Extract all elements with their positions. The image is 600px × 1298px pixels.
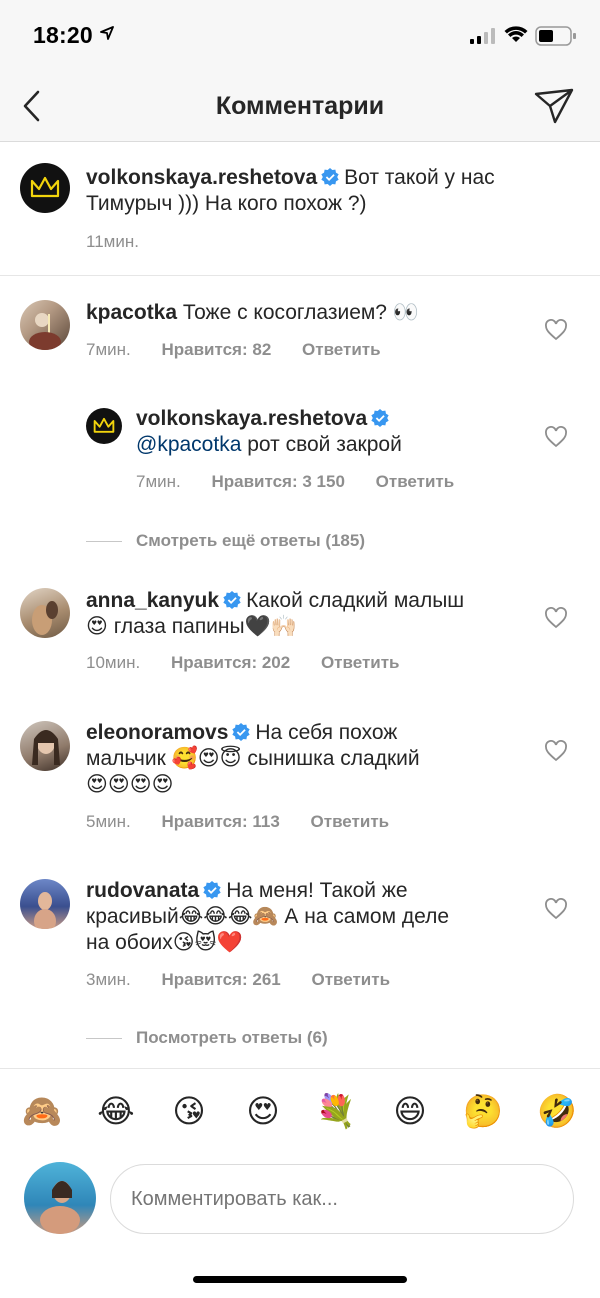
wifi-icon: [504, 26, 528, 42]
reply-meta: 7мин. Нравится: 3 150 Ответить: [136, 472, 480, 492]
caption-username[interactable]: volkonskaya.reshetova: [86, 166, 317, 189]
comment-text: rudovanata На меня! Такой же красивый😂😂😂🙈…: [86, 878, 546, 956]
cellular-signal-icon: [470, 28, 495, 44]
emoji-smile-button[interactable]: 😄: [388, 1089, 432, 1133]
like-heart-icon[interactable]: [544, 898, 568, 920]
reply-likes[interactable]: Нравится: 3 150: [211, 472, 344, 491]
comment-time: 5мин.: [86, 812, 131, 831]
crown-logo-icon: [30, 176, 60, 198]
post-caption: volkonskaya.reshetova Вот такой у нас Тим…: [0, 143, 600, 276]
comment-username[interactable]: kpacotka: [86, 301, 177, 324]
view-replies-label: Посмотреть ответы (6): [136, 1028, 328, 1047]
nav-bar: Комментарии: [0, 72, 600, 142]
reply-body: рот свой закрой: [247, 433, 402, 456]
avatar[interactable]: [20, 721, 70, 771]
like-heart-icon[interactable]: [544, 740, 568, 762]
caption-time: 11мин.: [86, 232, 139, 251]
comment-time: 10мин.: [86, 653, 141, 672]
comment-body-line1: На себя похож: [255, 721, 398, 744]
caption-meta: 11мин.: [86, 232, 165, 252]
status-bar: 18:20: [0, 0, 600, 72]
verified-badge-icon: [232, 723, 251, 741]
avatar-photo: [32, 730, 60, 765]
reply-button[interactable]: Ответить: [302, 340, 381, 359]
emoji-heart-eyes-button[interactable]: 😍: [241, 1089, 285, 1133]
verified-badge-icon: [321, 168, 339, 186]
caption-text-line1: Вот такой у нас: [344, 166, 495, 189]
like-heart-icon[interactable]: [544, 607, 568, 629]
direct-send-icon[interactable]: [533, 86, 575, 126]
divider: [86, 1037, 122, 1039]
battery-icon: [535, 26, 576, 46]
comment-body-line2: мальчик 🥰😍😇 сынишка сладкий: [86, 747, 420, 770]
comment-meta: 7мин. Нравится: 82 Ответить: [86, 340, 407, 360]
avatar[interactable]: [20, 588, 70, 638]
avatar-photo: [29, 313, 61, 350]
reply-button[interactable]: Ответить: [321, 653, 400, 672]
comment-meta: 5мин. Нравится: 113 Ответить: [86, 812, 415, 832]
comment-time: 7мин.: [86, 340, 131, 359]
comment-body: Тоже с косоглазием? 👀: [182, 301, 419, 324]
status-time: 18:20: [33, 22, 93, 48]
view-more-replies-button[interactable]: Смотреть ещё ответы (185): [86, 529, 365, 553]
comment-body-line3: на обоих😘😻❤️: [86, 931, 243, 954]
comment-likes[interactable]: Нравится: 261: [161, 970, 280, 989]
emoji-kiss-button[interactable]: 😘: [167, 1089, 211, 1133]
comment-body-line2: 😍 глаза папины🖤🙌🏻: [86, 615, 297, 638]
avatar[interactable]: [20, 163, 70, 213]
avatar[interactable]: [20, 879, 70, 929]
like-heart-icon[interactable]: [544, 426, 568, 448]
emoji-joy-button[interactable]: 😂: [94, 1089, 138, 1133]
emoji-quick-bar: 🙈 😂 😘 😍 💐 😄 🤔 🤣: [0, 1068, 600, 1158]
avatar[interactable]: [86, 408, 122, 444]
comment-body-line2: красивый😂😂😂🙈 А на самом деле: [86, 905, 450, 928]
comment-likes[interactable]: Нравится: 202: [171, 653, 290, 672]
reply-button[interactable]: Ответить: [376, 472, 455, 491]
caption-text: volkonskaya.reshetova Вот такой у нас Тим…: [86, 165, 586, 217]
reply-button[interactable]: Ответить: [311, 812, 390, 831]
emoji-bouquet-button[interactable]: 💐: [314, 1089, 358, 1133]
reply-button[interactable]: Ответить: [311, 970, 390, 989]
like-heart-icon[interactable]: [544, 319, 568, 341]
comment-text: eleonoramovs На себя похож мальчик 🥰😍😇 сы…: [86, 720, 546, 798]
view-replies-button[interactable]: Посмотреть ответы (6): [86, 1026, 328, 1050]
divider: [86, 540, 122, 542]
avatar-photo: [40, 1181, 80, 1234]
crown-logo-icon: [93, 417, 115, 433]
home-indicator: [193, 1276, 407, 1283]
comment-body-line1: Какой сладкий малыш: [246, 589, 465, 612]
verified-badge-icon: [223, 591, 241, 609]
comment-composer: [0, 1158, 600, 1242]
comment-body-line3: 😍😍😍😍: [86, 773, 174, 796]
comment-body-line1: На меня! Такой же: [226, 879, 408, 902]
emoji-thinking-button[interactable]: 🤔: [461, 1089, 505, 1133]
emoji-monkey-button[interactable]: 🙈: [20, 1089, 64, 1133]
emoji-rofl-button[interactable]: 🤣: [535, 1089, 579, 1133]
comment-text: anna_kanyuk Какой сладкий малыш 😍 глаза п…: [86, 588, 536, 640]
comment-text: kpacotka Тоже с косоглазием? 👀: [86, 300, 526, 326]
comment-username[interactable]: rudovanata: [86, 879, 199, 902]
location-arrow-icon: [100, 26, 114, 40]
comment-username[interactable]: eleonoramovs: [86, 721, 228, 744]
reply-time: 7мин.: [136, 472, 181, 491]
reply-text: volkonskaya.reshetova @kpacotka рот свой…: [136, 406, 536, 458]
verified-badge-icon: [371, 409, 389, 427]
comment-meta: 10мин. Нравится: 202 Ответить: [86, 653, 426, 673]
reply-username[interactable]: volkonskaya.reshetova: [136, 407, 367, 430]
avatar[interactable]: [20, 300, 70, 350]
comment-time: 3мин.: [86, 970, 131, 989]
comment-likes[interactable]: Нравится: 82: [161, 340, 271, 359]
comment-meta: 3мин. Нравится: 261 Ответить: [86, 970, 416, 990]
avatar-photo: [34, 892, 56, 929]
comment-input[interactable]: [110, 1164, 574, 1234]
comment-likes[interactable]: Нравится: 113: [161, 812, 279, 831]
avatar: [24, 1162, 96, 1234]
mention-link[interactable]: @kpacotka: [136, 433, 241, 456]
avatar-photo: [32, 601, 58, 635]
comment-username[interactable]: anna_kanyuk: [86, 589, 219, 612]
page-title: Комментарии: [215, 92, 385, 120]
view-more-replies-label: Смотреть ещё ответы (185): [136, 531, 366, 550]
verified-badge-icon: [203, 881, 221, 899]
caption-text-line2: Тимурыч ))) На кого похож ?): [86, 192, 367, 215]
